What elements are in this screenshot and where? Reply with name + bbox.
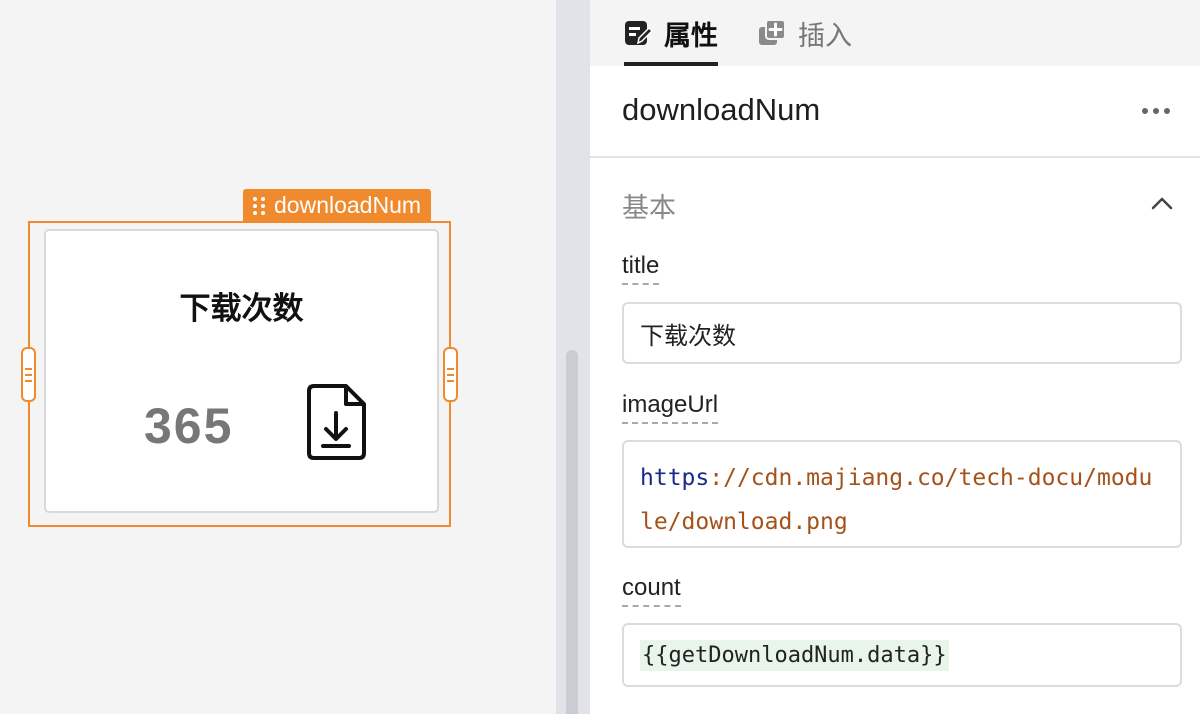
component-name: downloadNum [622, 92, 821, 127]
card-count: 365 [144, 398, 234, 454]
count-label: count [622, 575, 681, 607]
tab-insert-label: 插入 [798, 20, 852, 52]
url-path-text: ://cdn.majiang.co/tech-docu/module/downl… [640, 465, 1153, 535]
drag-handle-icon[interactable] [253, 196, 265, 215]
chevron-up-icon[interactable] [1150, 192, 1174, 216]
imageurl-label: imageUrl [622, 392, 719, 424]
title-label: title [622, 253, 660, 285]
insert-add-icon [759, 19, 786, 45]
file-download-icon [307, 384, 366, 460]
url-scheme-text: https [640, 465, 710, 491]
count-input[interactable]: {{getDownloadNum.data}} [622, 623, 1182, 687]
divider [590, 156, 1200, 158]
download-count-card[interactable]: 下载次数 365 [44, 229, 439, 513]
more-options-icon[interactable] [1142, 100, 1182, 122]
selection-tag-label: downloadNum [274, 192, 422, 218]
tab-properties-label: 属性 [664, 20, 718, 52]
properties-edit-icon [625, 21, 652, 45]
tab-properties[interactable]: 属性 [624, 0, 718, 66]
component-selection-tag[interactable]: downloadNum [243, 189, 432, 222]
card-title: 下载次数 [179, 291, 304, 327]
imageurl-input[interactable]: https://cdn.majiang.co/tech-docu/module/… [622, 440, 1182, 548]
tab-insert[interactable]: 插入 [758, 0, 852, 66]
canvas-scrollbar-thumb[interactable] [566, 350, 578, 714]
property-panel: 属性 插入 downloadNum 基本 title 下载次数 imageUrl… [590, 0, 1200, 714]
title-input[interactable]: 下载次数 [622, 302, 1182, 364]
count-expression: {{getDownloadNum.data}} [640, 639, 949, 671]
section-basic-title[interactable]: 基本 [622, 186, 676, 225]
resize-handle-left[interactable] [21, 347, 36, 402]
resize-handle-right[interactable] [443, 347, 458, 402]
panel-tabs: 属性 插入 [590, 0, 1200, 66]
